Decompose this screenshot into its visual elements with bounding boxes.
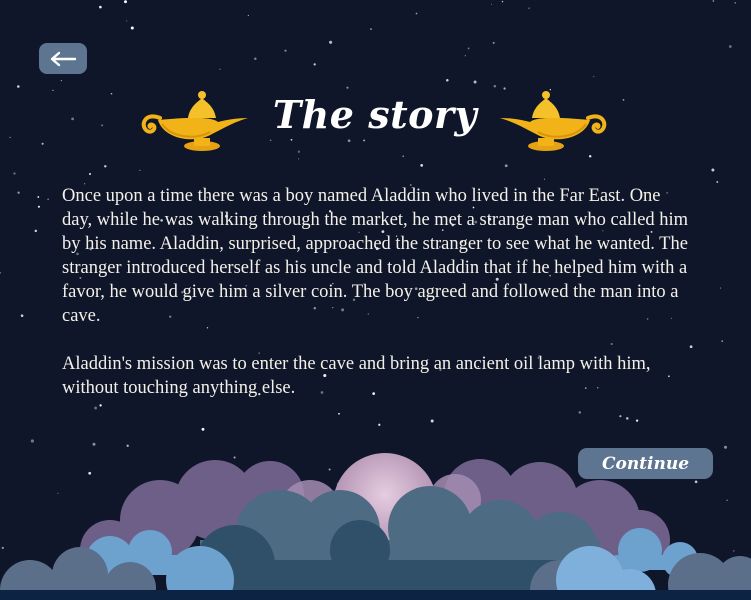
star — [71, 117, 74, 121]
star — [473, 80, 477, 84]
star — [402, 155, 405, 158]
star — [378, 423, 381, 426]
star — [269, 139, 272, 142]
magic-lamp-icon — [500, 91, 607, 151]
star — [124, 0, 127, 4]
story-paragraph: Aladdin's mission was to enter the cave … — [62, 354, 651, 398]
star — [420, 164, 424, 167]
star — [110, 92, 113, 95]
star — [720, 287, 722, 289]
star — [201, 427, 205, 431]
star — [17, 85, 20, 88]
star — [104, 165, 107, 168]
story-paragraph: Once upon a time there was a boy named A… — [62, 186, 689, 326]
star — [329, 40, 333, 44]
star — [363, 139, 366, 142]
star — [290, 138, 293, 141]
star — [254, 57, 257, 60]
magic-lamp-icon — [141, 91, 248, 151]
star — [247, 14, 249, 16]
star — [347, 139, 351, 143]
continue-button[interactable]: Continue — [578, 448, 713, 479]
star — [370, 28, 372, 30]
star — [415, 12, 418, 15]
star — [60, 79, 63, 82]
star — [543, 178, 545, 180]
star — [711, 168, 715, 172]
star — [588, 155, 592, 158]
star — [37, 205, 40, 208]
star — [99, 5, 102, 9]
star — [501, 0, 504, 3]
star — [37, 196, 40, 198]
star — [41, 142, 44, 145]
star — [593, 75, 595, 78]
star — [139, 169, 141, 171]
star — [52, 89, 54, 91]
star — [313, 63, 316, 66]
star — [126, 20, 128, 22]
star — [17, 191, 20, 194]
star — [130, 26, 134, 30]
star — [297, 150, 301, 153]
star — [20, 314, 24, 317]
star — [34, 229, 38, 233]
star — [528, 7, 530, 9]
star — [13, 172, 16, 175]
star — [47, 198, 49, 200]
star — [622, 99, 625, 101]
star — [721, 340, 724, 342]
star — [346, 86, 349, 89]
star — [0, 271, 2, 274]
page-title: The story — [272, 92, 478, 137]
star — [492, 41, 495, 44]
continue-label: Continue — [601, 453, 690, 474]
star — [464, 55, 466, 57]
star — [728, 45, 732, 48]
star — [467, 47, 470, 50]
star — [490, 3, 493, 5]
star — [716, 181, 719, 183]
star — [219, 68, 221, 70]
star — [446, 79, 449, 82]
story-text: Once upon a time there was a boy named A… — [62, 184, 692, 424]
star — [298, 158, 300, 160]
star — [712, 0, 715, 2]
star — [89, 173, 91, 175]
arrow-left-icon — [50, 51, 77, 66]
star — [734, 2, 736, 4]
star — [284, 49, 287, 52]
star — [9, 136, 11, 139]
star — [101, 124, 104, 127]
back-button[interactable] — [39, 43, 87, 74]
star — [504, 164, 508, 168]
star — [493, 85, 497, 88]
